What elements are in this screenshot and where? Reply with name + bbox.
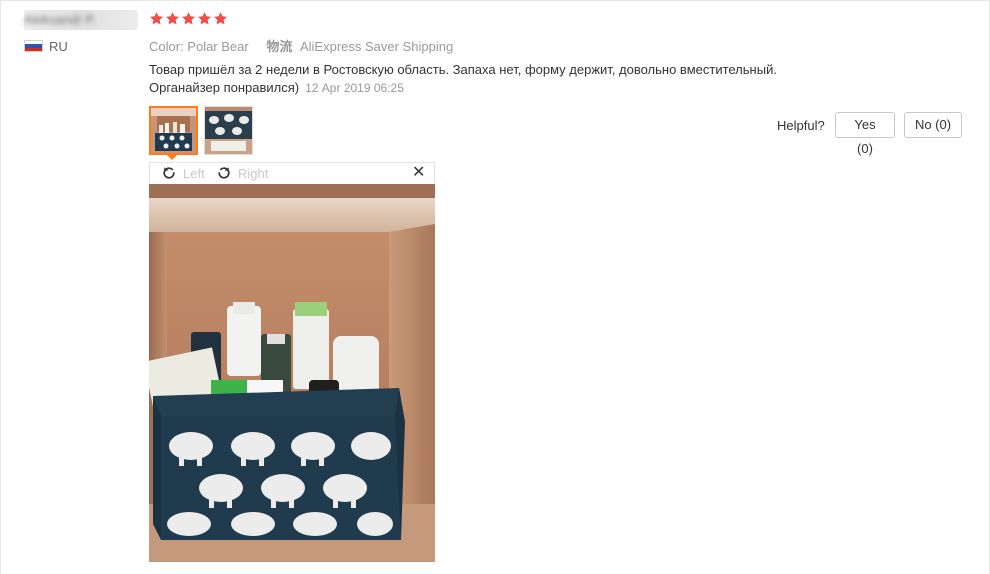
helpful-no-button[interactable]: No (0) — [904, 112, 962, 138]
color-attribute: Color: Polar Bear — [149, 39, 249, 54]
review-meta: Color: Polar Bear 物流 AliExpress Saver Sh… — [149, 36, 453, 55]
photo-thumbnail-1[interactable] — [149, 106, 198, 155]
star-icon — [213, 11, 228, 26]
reviewer-name: Aleksandr P. — [24, 12, 97, 27]
close-viewer-button[interactable]: ✕ — [412, 163, 425, 183]
active-thumbnail-caret — [167, 155, 177, 160]
shipping-method: AliExpress Saver Shipping — [299, 39, 454, 54]
rotate-right-icon — [218, 167, 230, 179]
rotate-left-label: Left — [183, 165, 205, 181]
review-text-line-2: Органайзер понравился) — [149, 80, 300, 95]
photo-viewer-toolbar: Left Right ✕ — [149, 162, 435, 184]
rating-stars — [149, 11, 228, 26]
review-text-line-2-container: Органайзер понравился) 12 Apr 2019 06:25 — [149, 79, 849, 97]
logistics-label: 物流 — [266, 39, 293, 54]
photo-thumbnail-2[interactable] — [204, 106, 253, 155]
review-photo-large — [149, 184, 435, 562]
review-date: 12 Apr 2019 06:25 — [305, 81, 404, 95]
photo-thumbnail-2-image — [205, 107, 252, 154]
panel-left-border — [0, 0, 1, 574]
review-text-line-1: Товар пришёл за 2 недели в Ростовскую об… — [149, 62, 777, 77]
photo-thumbnail-1-image — [151, 108, 196, 153]
review-body: Товар пришёл за 2 недели в Ростовскую об… — [149, 61, 849, 97]
star-icon — [165, 11, 180, 26]
helpful-yes-button[interactable]: Yes (0) — [835, 112, 895, 156]
rotate-right-button[interactable]: Right — [216, 165, 268, 181]
review-photo-thumbnails — [149, 106, 253, 155]
star-icon — [197, 11, 212, 26]
reviewer-country: RU — [49, 39, 68, 54]
rotate-left-icon — [163, 167, 175, 179]
russia-flag-icon — [24, 40, 43, 52]
rotate-left-button[interactable]: Left — [161, 165, 205, 181]
star-icon — [181, 11, 196, 26]
rotate-right-label: Right — [238, 165, 269, 181]
panel-top-border — [0, 0, 990, 1]
star-icon — [149, 11, 164, 26]
helpful-label: Helpful? — [777, 118, 825, 133]
